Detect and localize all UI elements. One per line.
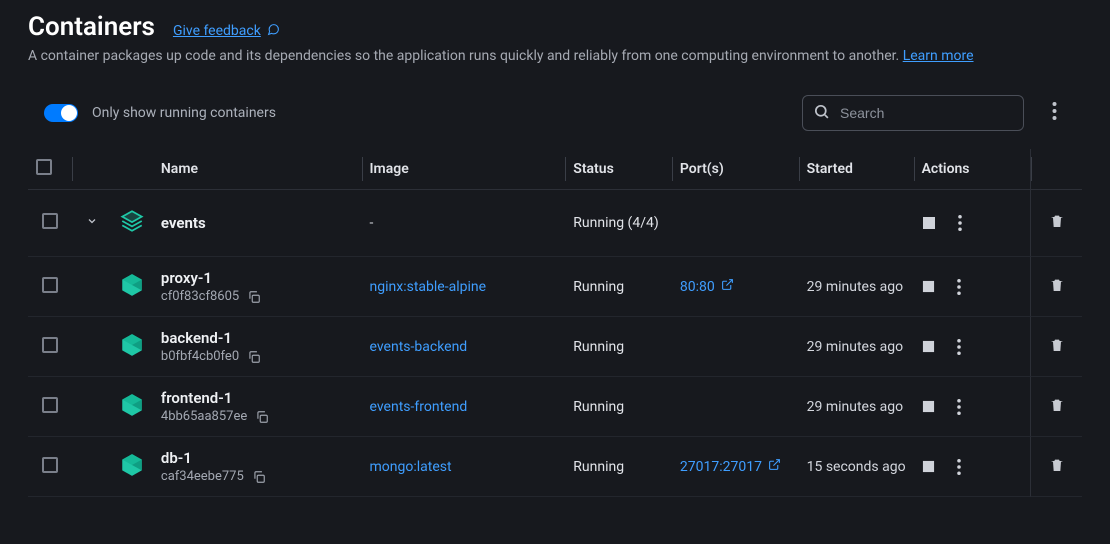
learn-more-link[interactable]: Learn more (903, 48, 974, 64)
container-id: b0fbf4cb0fe0 (161, 349, 239, 364)
container-name[interactable]: frontend-1 (161, 389, 354, 407)
feedback-icon (267, 23, 280, 40)
page-title: Containers (28, 12, 155, 42)
containers-table: Name Image Status Port(s) Started Action… (28, 149, 1082, 497)
container-row: frontend-1 4bb65aa857ee events-frontend … (28, 377, 1082, 437)
copy-id-button[interactable] (255, 410, 269, 424)
row-checkbox[interactable] (42, 337, 58, 353)
row-menu-button[interactable] (958, 215, 962, 231)
stop-button[interactable] (922, 216, 936, 230)
external-link-icon (721, 278, 734, 295)
col-started-header[interactable]: Started (799, 149, 914, 190)
copy-id-button[interactable] (247, 350, 261, 364)
running-only-label: Only show running containers (92, 105, 276, 121)
stop-button[interactable] (922, 340, 935, 353)
stop-button[interactable] (922, 400, 935, 413)
delete-button[interactable] (1049, 461, 1065, 477)
page-subtitle: A container packages up code and its dep… (28, 46, 1082, 67)
chevron-down-icon[interactable] (86, 215, 98, 231)
port-link[interactable]: 80:80 (680, 278, 734, 295)
stop-button[interactable] (922, 280, 935, 293)
container-started: 15 seconds ago (799, 437, 914, 497)
container-id: 4bb65aa857ee (161, 409, 247, 424)
col-status-header[interactable]: Status (565, 149, 672, 190)
row-menu-button[interactable] (957, 459, 961, 475)
image-link[interactable]: events-backend (370, 339, 468, 355)
search-icon (813, 103, 830, 124)
search-input[interactable] (840, 105, 1013, 121)
row-checkbox[interactable] (42, 213, 58, 229)
image-link[interactable]: nginx:stable-alpine (370, 279, 486, 295)
running-only-toggle[interactable] (44, 104, 78, 122)
row-checkbox[interactable] (42, 397, 58, 413)
group-name[interactable]: events (161, 214, 354, 232)
row-checkbox[interactable] (42, 457, 58, 473)
stack-icon (119, 208, 145, 238)
port-link[interactable]: 27017:27017 (680, 458, 781, 475)
container-status: Running (565, 257, 672, 317)
row-menu-button[interactable] (957, 279, 961, 295)
container-icon (119, 332, 145, 362)
row-menu-button[interactable] (957, 399, 961, 415)
group-image: - (362, 190, 566, 257)
row-checkbox[interactable] (42, 277, 58, 293)
subtitle-text: A container packages up code and its dep… (28, 48, 903, 64)
copy-id-button[interactable] (252, 470, 266, 484)
image-link[interactable]: events-frontend (370, 399, 468, 415)
group-row: events - Running (4/4) (28, 190, 1082, 257)
col-ports-header[interactable]: Port(s) (672, 149, 799, 190)
container-id: caf34eebe775 (161, 469, 244, 484)
container-name[interactable]: proxy-1 (161, 269, 354, 287)
stop-button[interactable] (922, 460, 935, 473)
col-actions-header: Actions (914, 149, 1031, 190)
select-all-checkbox[interactable] (36, 159, 52, 175)
container-id: cf0f83cf8605 (161, 289, 239, 304)
container-icon (119, 452, 145, 482)
container-status: Running (565, 377, 672, 437)
copy-id-button[interactable] (247, 290, 261, 304)
delete-button[interactable] (1049, 281, 1065, 297)
container-started: 29 minutes ago (799, 257, 914, 317)
container-name[interactable]: db-1 (161, 449, 354, 467)
container-status: Running (565, 317, 672, 377)
delete-button[interactable] (1049, 341, 1065, 357)
col-image-header[interactable]: Image (362, 149, 566, 190)
container-icon (119, 392, 145, 422)
container-row: db-1 caf34eebe775 mongo:latest Running 2… (28, 437, 1082, 497)
give-feedback-link[interactable]: Give feedback (173, 23, 280, 40)
container-icon (119, 272, 145, 302)
port-text: 80:80 (680, 279, 715, 295)
container-status: Running (565, 437, 672, 497)
row-menu-button[interactable] (957, 339, 961, 355)
give-feedback-label: Give feedback (173, 23, 261, 39)
col-name-header[interactable]: Name (153, 149, 362, 190)
delete-button[interactable] (1049, 217, 1065, 233)
toolbar-menu-button[interactable] (1042, 102, 1066, 125)
container-started: 29 minutes ago (799, 317, 914, 377)
external-link-icon (768, 458, 781, 475)
image-link[interactable]: mongo:latest (370, 459, 452, 475)
container-name[interactable]: backend-1 (161, 329, 354, 347)
group-status: Running (4/4) (565, 190, 672, 257)
delete-button[interactable] (1049, 401, 1065, 417)
container-started: 29 minutes ago (799, 377, 914, 437)
port-text: 27017:27017 (680, 459, 762, 475)
search-box[interactable] (802, 95, 1024, 131)
container-row: proxy-1 cf0f83cf8605 nginx:stable-alpine… (28, 257, 1082, 317)
container-row: backend-1 b0fbf4cb0fe0 events-backend Ru… (28, 317, 1082, 377)
